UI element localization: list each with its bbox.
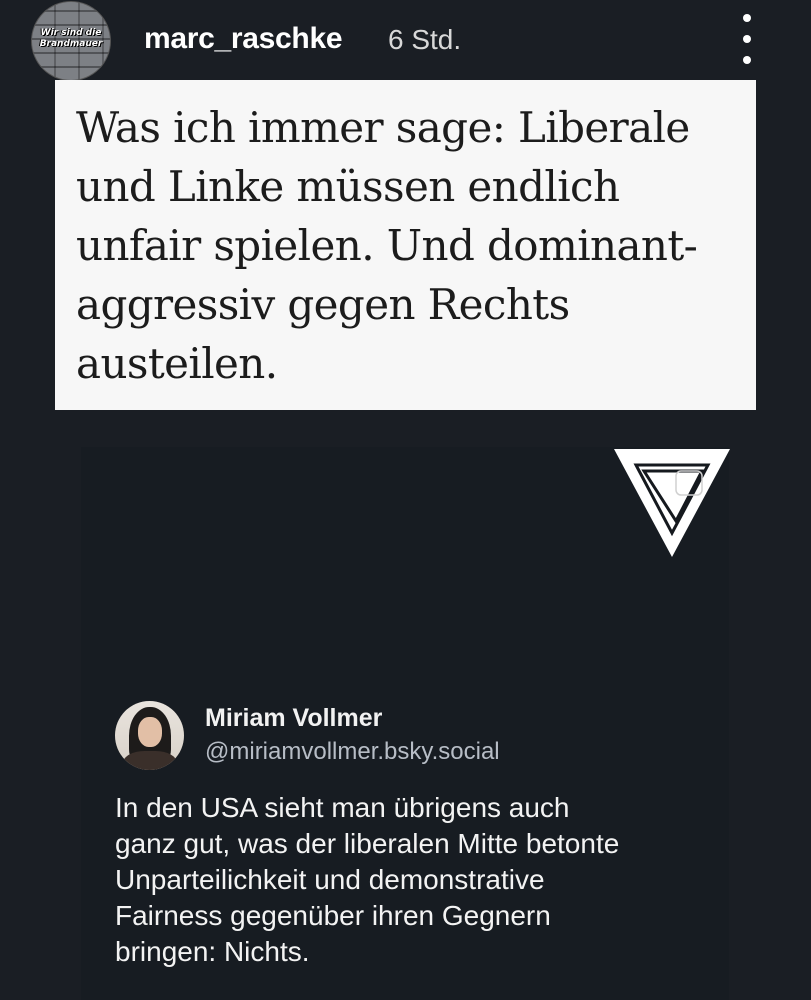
more-dot xyxy=(743,35,751,43)
author-handle[interactable]: @miriamvollmer.bsky.social xyxy=(205,738,500,766)
profile-avatar[interactable]: Wir sind die Brandmauer xyxy=(32,2,110,80)
story-header: Wir sind die Brandmauer marc_raschke 6 S… xyxy=(0,0,811,88)
more-dot xyxy=(743,14,751,22)
avatar-shirt xyxy=(123,751,177,770)
quote-text: Was ich immer sage: Liberale und Linke m… xyxy=(76,103,698,388)
avatar-logo-text: Wir sind die Brandmauer xyxy=(39,28,103,49)
inverted-triangle-logo-icon xyxy=(614,449,730,557)
username[interactable]: marc_raschke xyxy=(144,22,343,56)
post-body-text: In den USA sieht man übrigens auch ganz … xyxy=(115,792,620,967)
author-avatar[interactable] xyxy=(115,701,184,770)
post-time: 6 Std. xyxy=(388,24,462,55)
author-name[interactable]: Miriam Vollmer xyxy=(205,704,382,733)
avatar-face xyxy=(138,717,162,747)
more-options-icon[interactable] xyxy=(734,14,760,64)
quote-sticker: Was ich immer sage: Liberale und Linke m… xyxy=(55,80,756,410)
more-dot xyxy=(743,56,751,64)
